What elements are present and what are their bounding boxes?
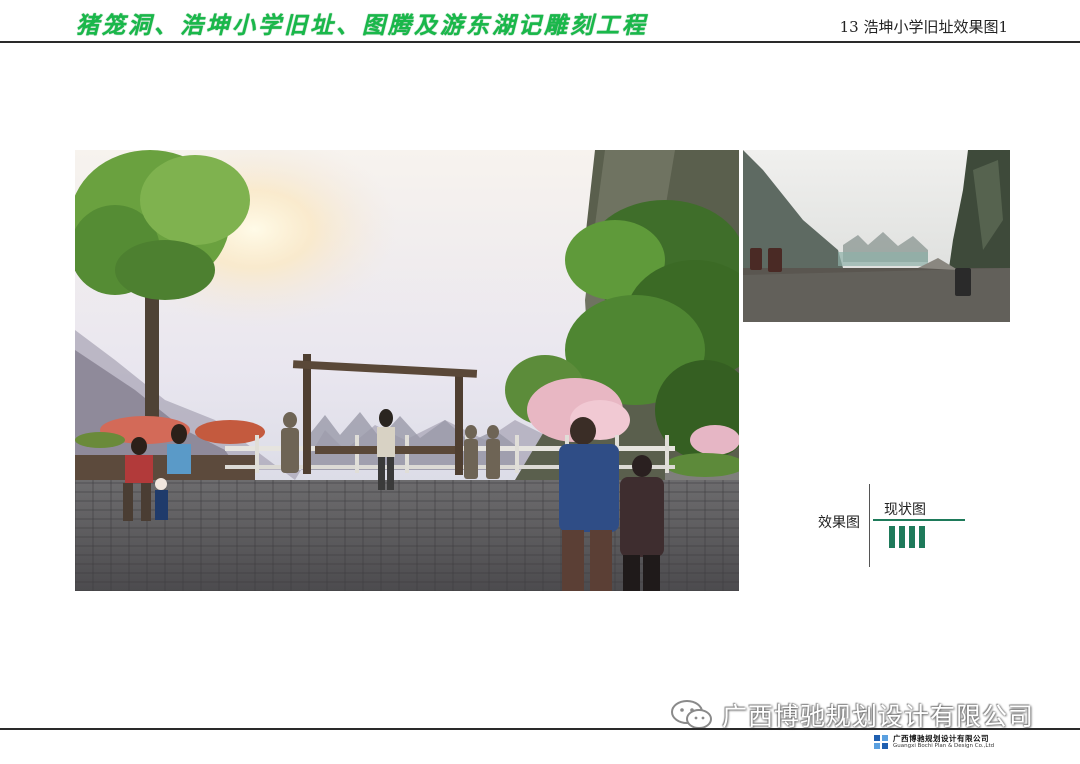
wechat-icon xyxy=(671,700,712,729)
rendering-label: 效果图 xyxy=(818,515,860,531)
current-site-photo xyxy=(743,150,1010,322)
footer-divider xyxy=(0,728,1080,730)
header-divider xyxy=(0,41,1080,43)
legend-rule xyxy=(873,519,965,521)
company-logo-icon xyxy=(874,735,888,749)
page-label: 13 浩坤小学旧址效果图1 xyxy=(839,18,1008,36)
park-scene-rendering xyxy=(75,150,739,591)
legend-divider xyxy=(869,484,870,567)
page-title: 猪笼洞、浩坤小学旧址、图腾及游东湖记雕刻工程 xyxy=(76,12,648,39)
legend-bars-icon xyxy=(889,526,929,548)
company-name-en: Guangxi Bochi Plan & Design Co.,Ltd xyxy=(893,743,995,749)
status-label: 现状图 xyxy=(884,502,926,518)
